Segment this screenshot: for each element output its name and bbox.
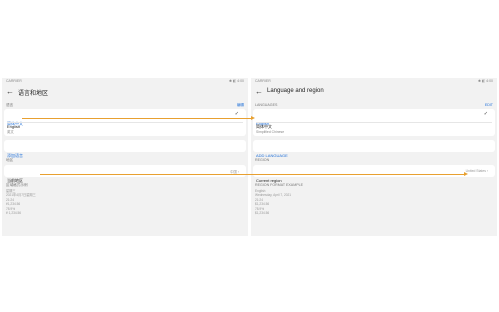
- region-card: 当前地区 中国 ›: [4, 165, 246, 183]
- arrowhead-icon: [251, 116, 255, 120]
- language-subtitle: 英文: [7, 130, 14, 134]
- region-value: United States ›: [465, 169, 488, 173]
- add-language-button[interactable]: ADD LANGUAGE: [256, 144, 492, 162]
- language-subtitle: Simplified Chinese: [256, 130, 285, 134]
- annotation-arrow-language: [22, 118, 252, 119]
- format-example-text: English Wednesday, April 7, 2021 21:24 $…: [255, 189, 292, 216]
- check-icon: ✓: [234, 111, 239, 117]
- languages-section-label: LANGUAGES: [255, 103, 278, 107]
- back-arrow-icon[interactable]: ←: [5, 87, 15, 97]
- region-card: Current region United States ›: [253, 165, 495, 183]
- status-icons: ✱ ◧ 4:00: [478, 79, 493, 83]
- page-title: Language and region: [267, 88, 324, 94]
- annotation-arrow-region: [40, 174, 465, 175]
- add-language-button[interactable]: 添加语言: [7, 144, 243, 162]
- status-bar: CARRIER ✱ ◧ 4:00: [2, 78, 248, 84]
- format-example-label: REGION FORMAT EXAMPLE: [255, 183, 303, 187]
- current-region-row[interactable]: 当前地区 中国 ›: [7, 169, 243, 187]
- add-language-card: 添加语言: [4, 140, 246, 158]
- language-item-english[interactable]: English 英文: [7, 124, 243, 135]
- back-arrow-icon[interactable]: ←: [254, 87, 264, 97]
- page-title: 语言和地区: [18, 91, 49, 97]
- title-bar: ← Language and region: [251, 85, 497, 99]
- settings-panel-english: CARRIER ✱ ◧ 4:00 ← Language and region L…: [251, 78, 497, 236]
- status-bar: CARRIER ✱ ◧ 4:00: [251, 78, 497, 84]
- edit-button[interactable]: EDIT: [485, 103, 493, 107]
- languages-card: English ✓ 简体中文 Simplified Chinese: [253, 109, 495, 136]
- divider: [256, 122, 492, 123]
- edit-button[interactable]: 编辑: [237, 103, 244, 108]
- title-bar: ← 语言和地区: [2, 85, 248, 99]
- status-icons: ✱ ◧ 4:00: [229, 79, 244, 83]
- region-section-label: REGION: [255, 158, 270, 162]
- settings-panel-chinese: CARRIER ✱ ◧ 4:00 ← 语言和地区 语言 编辑 简体中文 ✓ En…: [2, 78, 248, 236]
- carrier-label: CARRIER: [6, 79, 22, 83]
- add-language-card: ADD LANGUAGE: [253, 140, 495, 158]
- languages-section-label: 语言: [6, 103, 14, 107]
- format-example-text: 星期三 2021年4月7日星期三 21:24 ¥1,234.56 78.9% ¥…: [6, 189, 36, 216]
- languages-card: 简体中文 ✓ English 英文: [4, 109, 246, 136]
- carrier-label: CARRIER: [255, 79, 271, 83]
- language-item-english[interactable]: English ✓: [256, 111, 492, 126]
- check-icon: ✓: [483, 111, 488, 117]
- language-item-chinese[interactable]: 简体中文 ✓: [7, 111, 243, 126]
- language-item-chinese[interactable]: 简体中文 Simplified Chinese: [256, 124, 492, 135]
- arrowhead-icon: [464, 172, 468, 176]
- region-section-label: 地区: [6, 158, 14, 162]
- divider: [7, 122, 243, 123]
- format-example-label: 区域格式示例: [6, 183, 28, 187]
